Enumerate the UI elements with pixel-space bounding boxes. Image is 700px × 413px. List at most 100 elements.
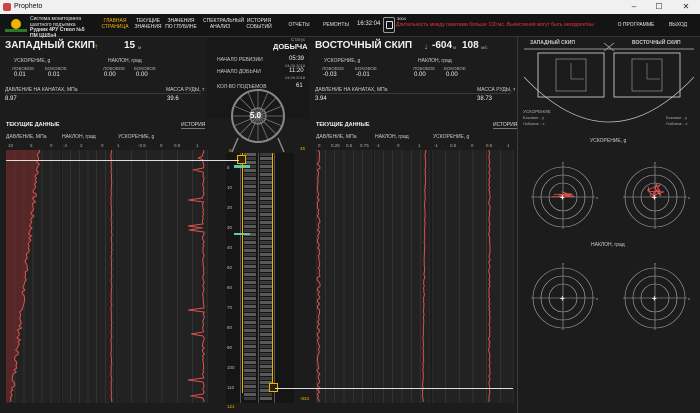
shaft-cell xyxy=(244,301,256,304)
svg-text:y: y xyxy=(654,261,656,266)
shaft-cell xyxy=(244,365,256,368)
nav-reports[interactable]: ОТЧЕТЫ xyxy=(287,22,311,28)
depth-top-right: 45 xyxy=(300,146,306,151)
west-skip-panel: ЗАПАДНЫЙ СКИП ↑ 15 м УСКОРЕНИЕ, g НАКЛОН… xyxy=(0,37,206,119)
shaft-cell xyxy=(260,341,272,344)
svg-text:y: y xyxy=(562,261,564,266)
company-logo-icon xyxy=(5,19,27,32)
shaft-cell xyxy=(244,397,256,400)
nav-spectral[interactable]: СПЕКТРАЛЬНЫЙ АНАЛИЗ xyxy=(203,18,244,30)
nav-depth-values[interactable]: ЗНАЧЕНИЯ ПО ГЛУБИНЕ xyxy=(165,18,197,30)
nav-repairs[interactable]: РЕМОНТЫ xyxy=(322,22,350,28)
alert-bell-icon[interactable] xyxy=(383,17,395,33)
west-position-unit: м xyxy=(138,45,142,50)
shaft-cell xyxy=(244,369,256,372)
east-history-tab[interactable]: ИСТОРИЯ xyxy=(493,122,518,129)
shaft-cell xyxy=(244,173,256,176)
shaft-cell xyxy=(260,201,272,204)
depth-tick: 80 xyxy=(227,325,233,330)
shaft-cell xyxy=(260,205,272,208)
shaft-cell xyxy=(260,189,272,192)
west-mass: 39.6 xyxy=(167,96,179,102)
shaft-cell xyxy=(260,297,272,300)
shaft-cell xyxy=(244,261,256,264)
west-skip-title: ЗАПАДНЫЙ СКИП xyxy=(5,40,95,51)
west-t-tick2: 0 xyxy=(101,143,104,148)
maximize-button[interactable]: ☐ xyxy=(651,1,667,13)
nav-current-values[interactable]: ТЕКУЩИЕ ЗНАЧЕНИЯ xyxy=(134,18,162,30)
shaft-cell xyxy=(260,357,272,360)
shaft-cell xyxy=(260,261,272,264)
west-pressure-plot xyxy=(6,150,60,403)
shaft-cell xyxy=(244,193,256,196)
shaft-depth-scale xyxy=(226,153,294,403)
east-t-tick1: 0 xyxy=(397,143,400,148)
east-position-value: -604 xyxy=(432,40,453,51)
shaft-cell xyxy=(260,397,272,400)
east-p-tick3: 0.75 xyxy=(360,143,369,148)
shaft-cell xyxy=(260,253,272,256)
west-t-tick1: 2 xyxy=(80,143,83,148)
close-button[interactable]: ✕ xyxy=(678,1,694,13)
nav-home[interactable]: ГЛАВНАЯ СТРАНИЦА xyxy=(98,18,132,30)
east-accel-lob-label: ЛОБОВОЕ xyxy=(322,66,345,71)
minimize-button[interactable]: – xyxy=(626,1,642,13)
shaft-cell xyxy=(244,185,256,188)
nav-exit[interactable]: ВЫХОД xyxy=(666,22,690,28)
shaft-cell xyxy=(260,285,272,288)
west-current-data-title: ТЕКУЩИЕ ДАННЫЕ xyxy=(6,122,60,128)
svg-text:+: + xyxy=(560,193,565,202)
shaft-cell xyxy=(260,181,272,184)
depth-tick: 20 xyxy=(227,205,233,210)
radar-chart: x y + xyxy=(531,160,598,229)
nav-events[interactable]: ИСТОРИЯ СОБЫТИЙ xyxy=(244,18,274,30)
shaft-cell xyxy=(244,357,256,360)
west-tilt-lob: 0.00 xyxy=(104,72,116,78)
shaft-cell xyxy=(260,313,272,316)
window-titlebar: Propheto – ☐ ✕ xyxy=(0,0,700,14)
west-t-tick0: -4 xyxy=(63,143,68,148)
west-history-tab[interactable]: ИСТОРИЯ xyxy=(181,122,206,129)
shaft-cell xyxy=(260,373,272,376)
lifts-count: 61 xyxy=(296,83,303,89)
shaft-cell xyxy=(260,349,272,352)
west-a-tick2: 0 xyxy=(160,143,163,148)
accel-legend-x: Лобовое - x xyxy=(523,121,545,126)
radar-chart: x y + xyxy=(623,261,690,330)
east-p-tick1: 0.25 xyxy=(331,143,340,148)
accel-legend2-y: Боковое - y xyxy=(666,115,687,120)
depth-tick: 60 xyxy=(227,285,233,290)
shaft-cell xyxy=(244,209,256,212)
shaft-cell xyxy=(260,301,272,304)
west-accel-lob-label: ЛОБОВОЕ xyxy=(12,66,35,71)
revision-label: НАЧАЛО РЕВИЗИИ xyxy=(217,57,263,63)
west-tilt-col: НАКЛОН, град xyxy=(62,134,96,140)
clock: 16:32:04 xyxy=(357,21,381,27)
shaft-cell xyxy=(244,317,256,320)
shaft-cell xyxy=(244,293,256,296)
depth-tick: 110 xyxy=(227,385,235,390)
shaft-cell xyxy=(244,313,256,316)
alert-message[interactable]: Длительность между пакетами больше 100 м… xyxy=(396,22,616,28)
shaft-cell xyxy=(260,273,272,276)
shaft-cell xyxy=(260,265,272,268)
shaft-cell xyxy=(260,321,272,324)
shaft-cell xyxy=(260,257,272,260)
east-pressure-col: ДАВЛЕНИЕ, МПа xyxy=(316,134,357,140)
shaft-cell xyxy=(244,333,256,336)
west-position-value: 15 xyxy=(124,40,136,51)
shaft-cell xyxy=(260,317,272,320)
shaft-cell xyxy=(260,217,272,220)
east-speed-unit: м/с xyxy=(481,45,488,50)
east-accel-label: УСКОРЕНИЕ, g xyxy=(324,58,361,64)
shaft-cell xyxy=(244,213,256,216)
west-accel-plot xyxy=(116,150,208,403)
depth-tick: 5 xyxy=(227,165,230,170)
shaft-cell xyxy=(260,169,272,172)
nav-about[interactable]: О ПРОГРАММЕ xyxy=(616,22,656,28)
shaft-cell xyxy=(260,233,272,236)
shaft-cell xyxy=(244,169,256,172)
shaft-cell xyxy=(244,289,256,292)
shaft-cell xyxy=(260,329,272,332)
shaft-cell xyxy=(260,353,272,356)
